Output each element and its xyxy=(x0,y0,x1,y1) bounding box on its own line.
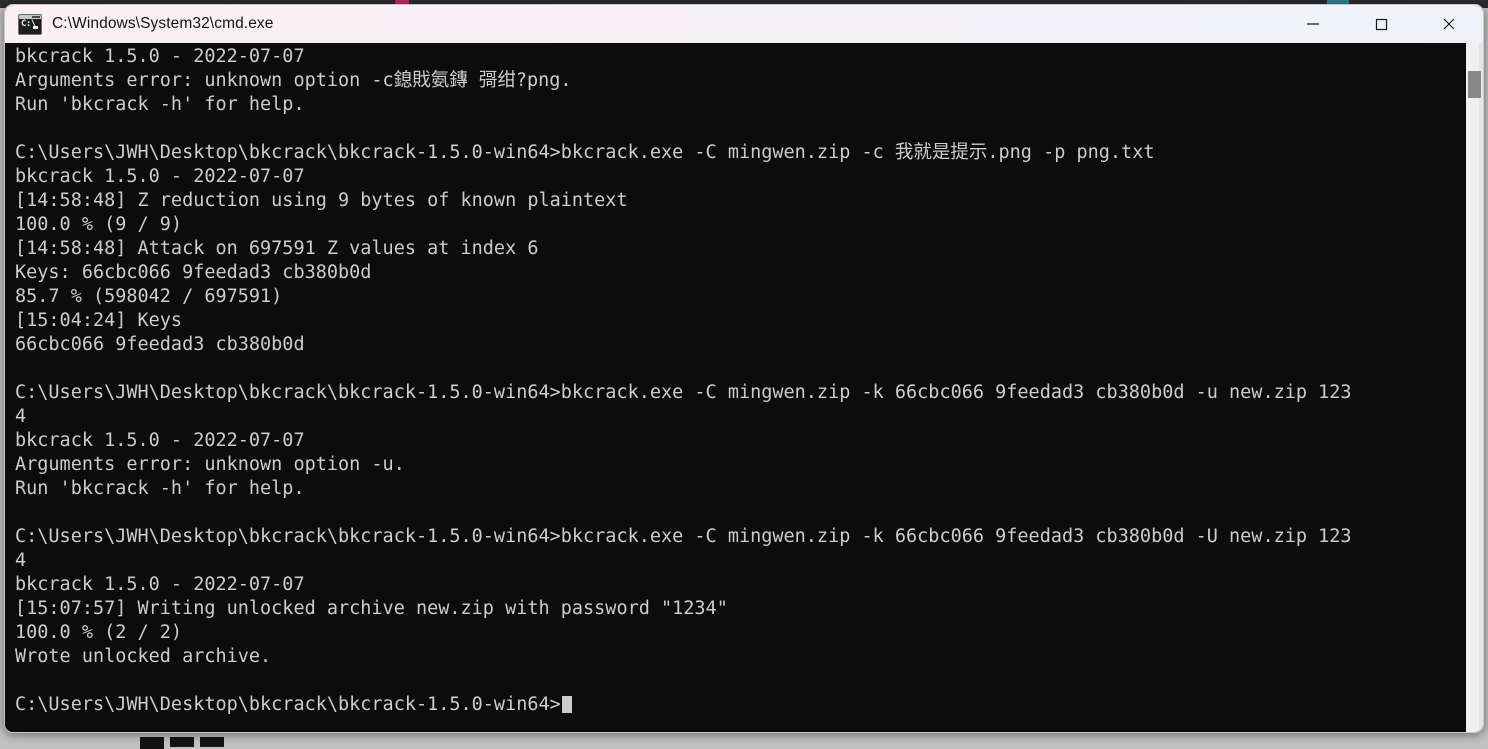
console-line: Run 'bkcrack -h' for help. xyxy=(15,94,305,115)
console-line: [15:07:57] Writing unlocked archive new.… xyxy=(15,598,728,619)
console-line: 85.7 % (598042 / 697591) xyxy=(15,286,283,307)
console-line: 100.0 % (9 / 9) xyxy=(15,214,183,235)
background-page-content xyxy=(0,733,1488,749)
console-line: C:\Users\JWH\Desktop\bkcrack\bkcrack-1.5… xyxy=(15,382,1352,403)
console-line: [15:04:24] Keys xyxy=(15,310,183,331)
close-button[interactable] xyxy=(1415,5,1483,43)
scrollbar-thumb[interactable] xyxy=(1468,71,1481,98)
console-area: bkcrack 1.5.0 - 2022-07-07 Arguments erro… xyxy=(5,43,1483,732)
minimize-icon xyxy=(1307,23,1319,25)
console-line: [14:58:48] Z reduction using 9 bytes of … xyxy=(15,190,628,211)
console-output[interactable]: bkcrack 1.5.0 - 2022-07-07 Arguments erro… xyxy=(5,43,1465,732)
maximize-icon xyxy=(1375,18,1388,31)
titlebar-left: C:\ C:\Windows\System32\cmd.exe xyxy=(5,13,1279,35)
console-line: C:\Users\JWH\Desktop\bkcrack\bkcrack-1.5… xyxy=(15,142,1155,163)
console-line: C:\Users\JWH\Desktop\bkcrack\bkcrack-1.5… xyxy=(15,526,1352,547)
console-line: Keys: 66cbc066 9feedad3 cb380b0d xyxy=(15,262,372,283)
window-title: C:\Windows\System32\cmd.exe xyxy=(52,15,274,32)
console-line: 4 xyxy=(15,550,27,571)
console-line: 4 xyxy=(15,406,27,427)
window-titlebar[interactable]: C:\ C:\Windows\System32\cmd.exe xyxy=(5,5,1483,43)
cmd-window: C:\ C:\Windows\System32\cmd.exe bkcrack … xyxy=(4,4,1484,733)
maximize-button[interactable] xyxy=(1347,5,1415,43)
console-line: Run 'bkcrack -h' for help. xyxy=(15,478,305,499)
console-scrollbar[interactable] xyxy=(1465,43,1483,732)
console-line: 66cbc066 9feedad3 cb380b0d xyxy=(15,334,305,355)
scrollbar-track[interactable] xyxy=(1479,43,1483,732)
console-line: [14:58:48] Attack on 697591 Z values at … xyxy=(15,238,539,259)
cmd-icon: C:\ xyxy=(18,13,42,35)
console-cursor xyxy=(561,696,572,713)
console-line: Arguments error: unknown option -c鎴戝氨鏄 彁… xyxy=(15,70,572,91)
console-line: Arguments error: unknown option -u. xyxy=(15,454,405,475)
console-line: C:\Users\JWH\Desktop\bkcrack\bkcrack-1.5… xyxy=(15,693,1465,717)
console-line: bkcrack 1.5.0 - 2022-07-07 xyxy=(15,46,305,67)
console-line: bkcrack 1.5.0 - 2022-07-07 xyxy=(15,166,305,187)
window-controls xyxy=(1279,5,1483,43)
console-line: 100.0 % (2 / 2) xyxy=(15,622,183,643)
console-line: bkcrack 1.5.0 - 2022-07-07 xyxy=(15,430,305,451)
close-icon xyxy=(1443,18,1455,30)
minimize-button[interactable] xyxy=(1279,5,1347,43)
console-line: bkcrack 1.5.0 - 2022-07-07 xyxy=(15,574,305,595)
background-text-fragment xyxy=(140,737,224,749)
console-line: Wrote unlocked archive. xyxy=(15,646,272,667)
